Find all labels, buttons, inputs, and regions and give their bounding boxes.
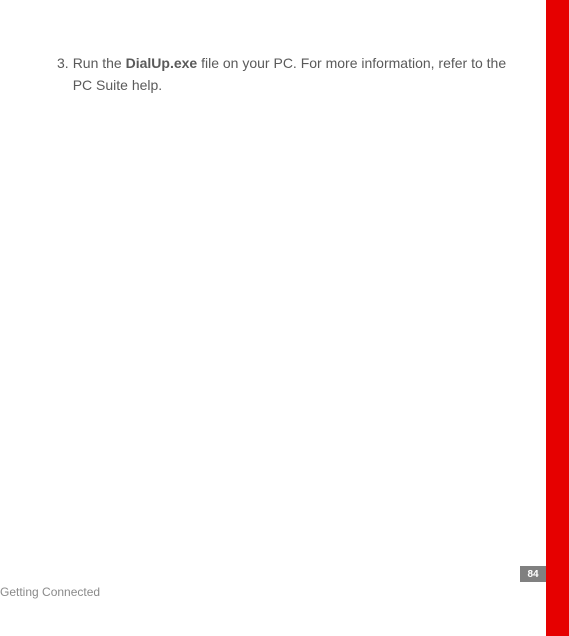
bold-filename: DialUp.exe [126,55,198,71]
text-before: Run the [73,55,126,71]
page-number-badge: 84 [520,566,546,582]
red-sidebar [546,0,569,636]
page-number: 84 [527,569,538,580]
list-item: 3. Run the DialUp.exe file on your PC. F… [57,52,517,97]
main-content: 3. Run the DialUp.exe file on your PC. F… [57,52,517,97]
list-marker: 3. [57,52,69,97]
footer-section-title: Getting Connected [0,585,100,599]
list-text: Run the DialUp.exe file on your PC. For … [73,52,517,97]
